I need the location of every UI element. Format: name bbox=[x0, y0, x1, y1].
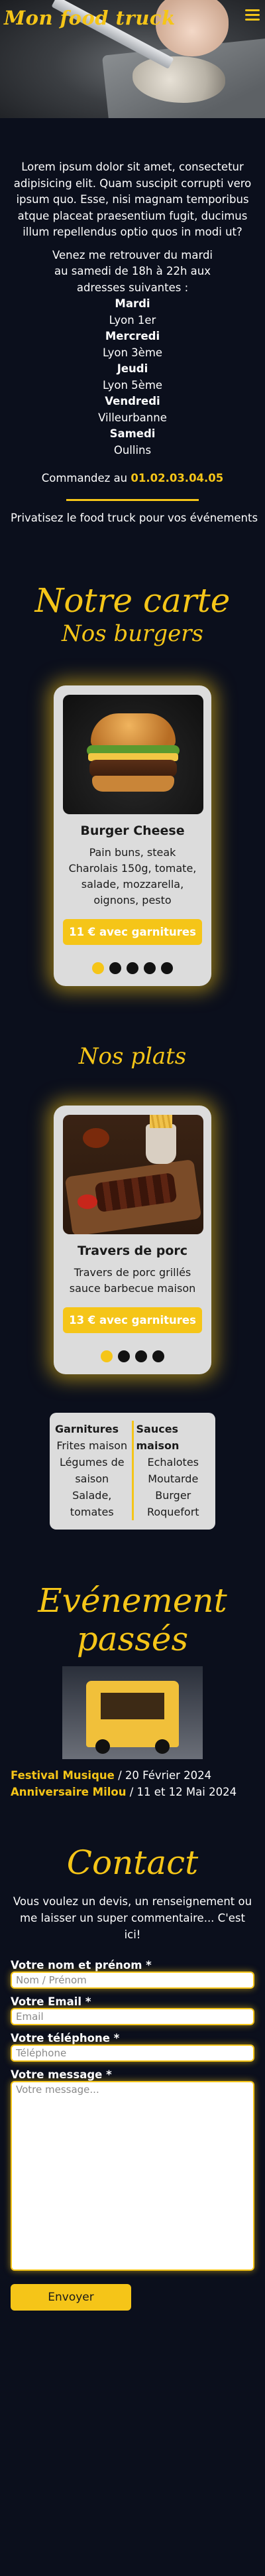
sauce-item: Echalotes bbox=[147, 1456, 199, 1468]
patty bbox=[89, 760, 177, 777]
event-name: Anniversaire Milou bbox=[11, 1786, 127, 1798]
sauce-item: Burger bbox=[155, 1489, 191, 1502]
event-date: / 11 et 12 Mai 2024 bbox=[126, 1786, 237, 1798]
phone-link[interactable]: 01.02.03.04.05 bbox=[131, 472, 223, 484]
garnitures-column: Garnitures Frites maison Légumes de sais… bbox=[55, 1421, 134, 1520]
garniture-item: Salade, tomates bbox=[70, 1489, 114, 1518]
contact-intro: Vous voulez un devis, un renseignement o… bbox=[13, 1895, 252, 1941]
sauce-item: Moutarde bbox=[148, 1472, 199, 1485]
schedule-place: Lyon 3ème bbox=[102, 346, 163, 359]
name-field[interactable] bbox=[11, 1971, 254, 1989]
intro-section: Lorem ipsum dolor sit amet, consectetur … bbox=[0, 118, 265, 526]
events-title: Evénement passés bbox=[38, 1581, 227, 1658]
menu-bar bbox=[245, 9, 260, 11]
schedule-day: Samedi bbox=[109, 427, 156, 440]
schedule-place: Villeurbanne bbox=[98, 411, 167, 424]
plat-name: Travers de porc bbox=[77, 1244, 188, 1258]
name-label: Votre nom et prénom * bbox=[11, 1959, 152, 1971]
contact-title: Contact bbox=[66, 1843, 199, 1882]
message-label: Votre message * bbox=[11, 2068, 112, 2081]
menu-bar bbox=[245, 14, 260, 16]
private-event-text: Privatisez le food truck pour vos événem… bbox=[11, 511, 258, 524]
message-field[interactable] bbox=[11, 2081, 254, 2271]
event-list: Festival Musique / 20 Février 2024 Anniv… bbox=[0, 1759, 265, 1800]
sauce-item: Roquefort bbox=[146, 1506, 199, 1518]
carousel-dot[interactable] bbox=[161, 962, 173, 974]
sauce-bowl bbox=[83, 1128, 109, 1148]
carousel-dot[interactable] bbox=[135, 1350, 147, 1362]
bun-bottom bbox=[92, 776, 174, 792]
tomato bbox=[78, 1194, 97, 1209]
divider bbox=[66, 498, 199, 501]
event-item: Festival Musique / 20 Février 2024 bbox=[11, 1767, 254, 1784]
intro-text: Lorem ipsum dolor sit amet, consectetur … bbox=[13, 161, 252, 238]
burger-card: Burger Cheese Pain buns, steak Charolais… bbox=[54, 685, 211, 986]
plat-description: Travers de porc grillés sauce barbecue m… bbox=[69, 1266, 196, 1295]
carousel-dot[interactable] bbox=[92, 962, 104, 974]
fries-cup bbox=[146, 1115, 176, 1164]
truck-wheel bbox=[155, 1739, 170, 1754]
schedule-intro: Venez me retrouver du mardi bbox=[52, 248, 213, 261]
order-line: Commandez au 01.02.03.04.05 bbox=[11, 470, 254, 487]
schedule-intro: adresses suivantes : bbox=[76, 281, 189, 294]
burger-description: Pain buns, steak Charolais 150g, tomate,… bbox=[68, 846, 197, 906]
carousel-dot[interactable] bbox=[118, 1350, 130, 1362]
carousel-dot[interactable] bbox=[144, 962, 156, 974]
brand-logo[interactable]: Mon food truck bbox=[4, 7, 176, 29]
carousel-dot[interactable] bbox=[127, 962, 138, 974]
hamburger-menu-icon[interactable] bbox=[245, 9, 260, 21]
burger-price-button[interactable]: 11 € avec garnitures bbox=[63, 919, 202, 945]
garnitures-title: Garnitures bbox=[55, 1423, 119, 1435]
hero-banner: Mon food truck bbox=[0, 0, 265, 118]
page-bottom-spacer bbox=[0, 2311, 265, 2342]
plat-card: Travers de porc Travers de porc grillés … bbox=[54, 1106, 211, 1374]
submit-button[interactable]: Envoyer bbox=[11, 2284, 131, 2311]
menu-bar bbox=[245, 19, 260, 21]
burger-carousel-dots bbox=[63, 962, 202, 974]
sauces-title: Sauces maison bbox=[136, 1423, 180, 1452]
truck-window bbox=[101, 1693, 164, 1719]
phone-field[interactable] bbox=[11, 2044, 254, 2062]
schedule-day: Jeudi bbox=[117, 362, 148, 375]
email-field[interactable] bbox=[11, 2008, 254, 2025]
schedule-place: Oullins bbox=[113, 443, 152, 457]
schedule-day: Vendredi bbox=[105, 395, 160, 407]
burgers-title: Nos burgers bbox=[62, 620, 203, 647]
schedule-day: Mardi bbox=[115, 297, 150, 310]
carousel-dot[interactable] bbox=[101, 1350, 113, 1362]
schedule-intro: au samedi de 18h à 22h aux bbox=[54, 265, 211, 277]
extras-panel: Garnitures Frites maison Légumes de sais… bbox=[50, 1413, 215, 1530]
truck-wheel bbox=[95, 1739, 110, 1754]
plats-title: Nos plats bbox=[78, 1043, 187, 1070]
event-name: Festival Musique bbox=[11, 1769, 115, 1782]
contact-form: Votre nom et prénom * Votre Email * Votr… bbox=[0, 1943, 265, 2311]
menu-title: Notre carte bbox=[34, 581, 231, 620]
burger-name: Burger Cheese bbox=[80, 823, 185, 838]
plat-carousel-dots bbox=[63, 1350, 202, 1362]
order-text: Commandez au bbox=[41, 472, 128, 484]
carousel-dot[interactable] bbox=[152, 1350, 164, 1362]
phone-label: Votre téléphone * bbox=[11, 2032, 120, 2044]
burger-image bbox=[63, 695, 203, 814]
ribs-image bbox=[63, 1115, 203, 1234]
garniture-item: Frites maison bbox=[56, 1439, 128, 1452]
sauces-column: Sauces maison Echalotes Moutarde Burger … bbox=[134, 1421, 211, 1520]
schedule-day: Mercredi bbox=[105, 330, 160, 342]
event-date: / 20 Février 2024 bbox=[114, 1769, 212, 1782]
schedule: Venez me retrouver du mardi au samedi de… bbox=[11, 248, 254, 459]
schedule-place: Lyon 5ème bbox=[102, 378, 163, 392]
email-label: Votre Email * bbox=[11, 1995, 91, 2008]
garniture-item: Légumes de saison bbox=[59, 1456, 125, 1485]
bun-top bbox=[91, 713, 176, 748]
schedule-place: Lyon 1er bbox=[109, 313, 156, 326]
event-item: Anniversaire Milou / 11 et 12 Mai 2024 bbox=[11, 1784, 254, 1800]
plat-price-button[interactable]: 13 € avec garnitures bbox=[63, 1307, 202, 1333]
event-photo bbox=[62, 1666, 203, 1759]
carousel-dot[interactable] bbox=[109, 962, 121, 974]
